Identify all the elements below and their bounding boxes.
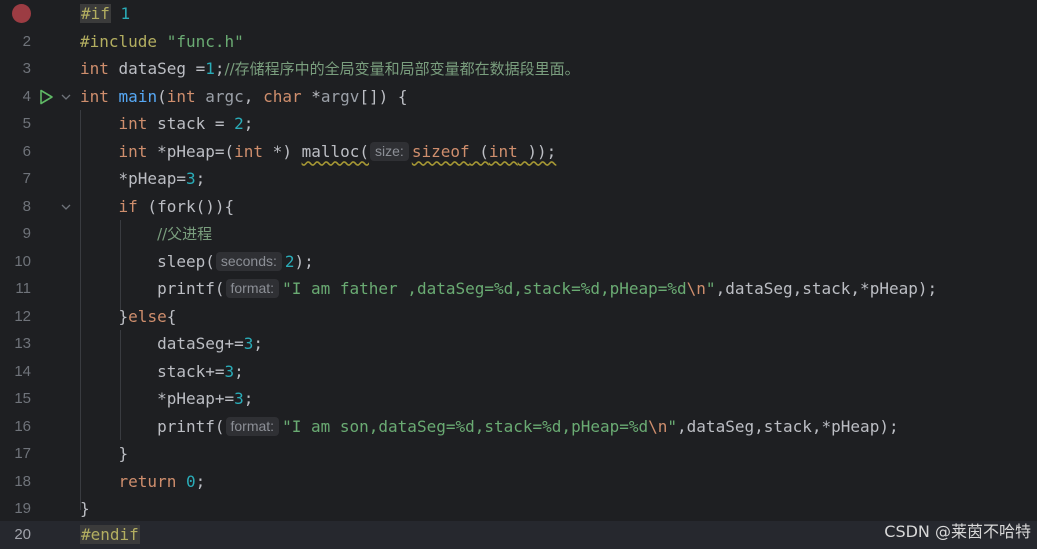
param-hint: format:	[225, 279, 280, 298]
line-number: 2	[22, 32, 31, 50]
code-text: dataSeg+=3;	[157, 334, 264, 353]
code-line[interactable]: 12 }else{	[0, 303, 1037, 331]
line-number: 8	[22, 197, 31, 215]
line-number: 13	[14, 335, 31, 352]
line-number: 17	[14, 445, 31, 462]
code-line[interactable]: 6 int *pHeap=(int *) malloc(size: sizeof …	[0, 138, 1037, 166]
code-text: int dataSeg =1;//存储程序中的全局变量和局部变量都在数据段里面。	[80, 59, 580, 78]
code-line[interactable]: 17 }	[0, 440, 1037, 468]
code-text: if (fork()){	[118, 196, 235, 216]
param-hint: format:	[225, 416, 280, 436]
code-text: }	[80, 499, 90, 518]
line-number: 16	[14, 417, 31, 435]
code-text: sleep(seconds: 2);	[157, 251, 314, 271]
line-number: 19	[14, 500, 31, 517]
run-icon[interactable]	[38, 89, 54, 105]
line-number: 11	[15, 280, 31, 297]
code-text: return 0;	[118, 471, 206, 491]
code-line[interactable]: 7 *pHeap=3;	[0, 165, 1037, 193]
code-text: #include "func.h"	[80, 31, 244, 51]
code-line[interactable]: 18 return 0;	[0, 468, 1037, 496]
code-line[interactable]: 13 dataSeg+=3;	[0, 330, 1037, 358]
code-line[interactable]: 2 #include "func.h"	[0, 28, 1037, 56]
code-line[interactable]: 8 if (fork()){	[0, 193, 1037, 221]
line-number: 6	[22, 142, 31, 160]
code-text: }	[118, 444, 129, 463]
code-text: int main(int argc, char *argv[]) {	[80, 86, 408, 106]
code-text: stack+=3;	[157, 361, 244, 381]
code-line[interactable]: 10 sleep(seconds: 2);	[0, 248, 1037, 276]
line-number: 9	[22, 225, 31, 242]
code-line[interactable]: 3 int dataSeg =1;//存储程序中的全局变量和局部变量都在数据段里…	[0, 55, 1037, 83]
code-line[interactable]: 16 printf(format: "I am son,dataSeg=%d,st…	[0, 413, 1037, 441]
code-line[interactable]: 15 *pHeap+=3;	[0, 385, 1037, 413]
code-line[interactable]: 11 printf(format: "I am father ,dataSeg=%…	[0, 275, 1037, 303]
line-number: 20	[14, 526, 31, 543]
line-number: 14	[14, 362, 31, 380]
code-line[interactable]: #if 1	[0, 0, 1037, 28]
code-line-current[interactable]: 20 #endif	[0, 521, 1037, 549]
line-number: 7	[22, 170, 31, 187]
line-number: 4	[22, 87, 31, 105]
code-text: #endif	[80, 525, 140, 544]
fold-chevron-icon[interactable]	[60, 202, 72, 212]
param-hint: size:	[370, 141, 409, 161]
code-line[interactable]: 5 int stack = 2;	[0, 110, 1037, 138]
fold-chevron-icon[interactable]	[60, 92, 72, 102]
code-text: printf(format: "I am father ,dataSeg=%d,s…	[157, 279, 938, 298]
code-text: int stack = 2;	[118, 114, 254, 133]
code-line[interactable]: 19 }	[0, 495, 1037, 523]
param-hint: seconds:	[215, 251, 282, 271]
code-editor[interactable]: #if 1 2 #include "func.h" 3 int dataSeg …	[0, 0, 1037, 549]
line-number: 15	[14, 390, 31, 407]
watermark: CSDN @莱茵不哈特	[884, 522, 1031, 541]
code-line[interactable]: 4 int main(int argc, char *argv[]) {	[0, 83, 1037, 111]
code-text: }else{	[118, 306, 177, 326]
code-text: *pHeap+=3;	[157, 389, 254, 408]
code-text: printf(format: "I am son,dataSeg=%d,stack…	[157, 416, 899, 436]
code-text: int *pHeap=(int *) malloc(size: sizeof (i…	[118, 141, 557, 161]
code-line[interactable]: 9 //父进程	[0, 220, 1037, 248]
code-line[interactable]: 14 stack+=3;	[0, 358, 1037, 386]
line-number: 18	[14, 472, 31, 490]
code-text: //父进程	[157, 225, 213, 243]
breakpoint-icon[interactable]	[12, 4, 31, 23]
code-text: #if 1	[80, 4, 131, 23]
line-number: 3	[22, 60, 31, 77]
line-number: 5	[22, 115, 31, 132]
line-number: 10	[14, 252, 31, 270]
code-text: *pHeap=3;	[118, 169, 206, 188]
line-number: 12	[14, 307, 31, 325]
